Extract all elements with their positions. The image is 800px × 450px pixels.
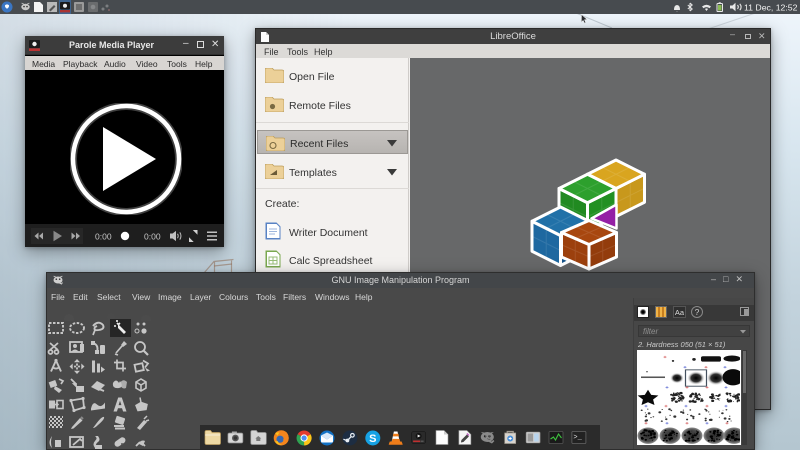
svg-text:0:00: 0:00 [144,232,161,242]
svg-text:>_: >_ [573,434,582,442]
svg-text:0:00: 0:00 [95,232,112,242]
svg-text:S: S [369,433,376,445]
svg-text:11 Dec, 12:52: 11 Dec, 12:52 [744,3,798,13]
